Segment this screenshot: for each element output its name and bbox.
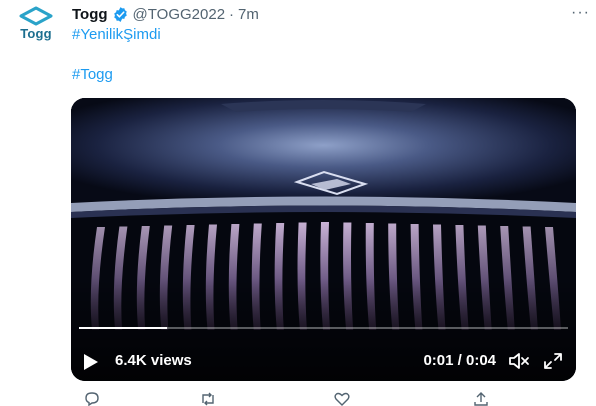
user-handle[interactable]: @TOGG2022: [133, 6, 226, 23]
separator-dot: ·: [229, 5, 235, 23]
tweet-header: Togg @TOGG2022 · 7m: [72, 4, 584, 24]
verified-badge-icon: [112, 6, 129, 23]
hashtag-yenilik-simdi[interactable]: #YenilikŞimdi: [72, 26, 161, 43]
avatar[interactable]: Togg: [12, 6, 60, 54]
display-name[interactable]: Togg: [72, 6, 108, 23]
hashtag-togg[interactable]: #Togg: [72, 66, 113, 83]
volume-muted-icon[interactable]: [508, 351, 530, 371]
fullscreen-icon[interactable]: [542, 351, 564, 371]
share-icon[interactable]: [474, 392, 488, 406]
play-icon[interactable]: [83, 353, 99, 371]
view-count: 6.4K views: [115, 352, 192, 369]
timestamp[interactable]: 7m: [238, 6, 259, 23]
more-options-icon[interactable]: ···: [571, 4, 590, 22]
video-player[interactable]: 6.4K views 0:01 / 0:04: [71, 98, 576, 381]
video-controls: 6.4K views 0:01 / 0:04: [71, 341, 576, 381]
video-timecode: 0:01 / 0:04: [423, 352, 496, 369]
togg-logo-icon: [19, 6, 53, 26]
like-icon[interactable]: [334, 392, 350, 406]
retweet-icon[interactable]: [199, 392, 217, 406]
video-progress-fill: [79, 327, 168, 329]
tweet-actions: [72, 392, 492, 406]
video-frame: [71, 98, 576, 381]
avatar-wordmark: Togg: [20, 26, 52, 41]
reply-icon[interactable]: [84, 392, 100, 406]
video-progress-bar[interactable]: [79, 327, 568, 329]
